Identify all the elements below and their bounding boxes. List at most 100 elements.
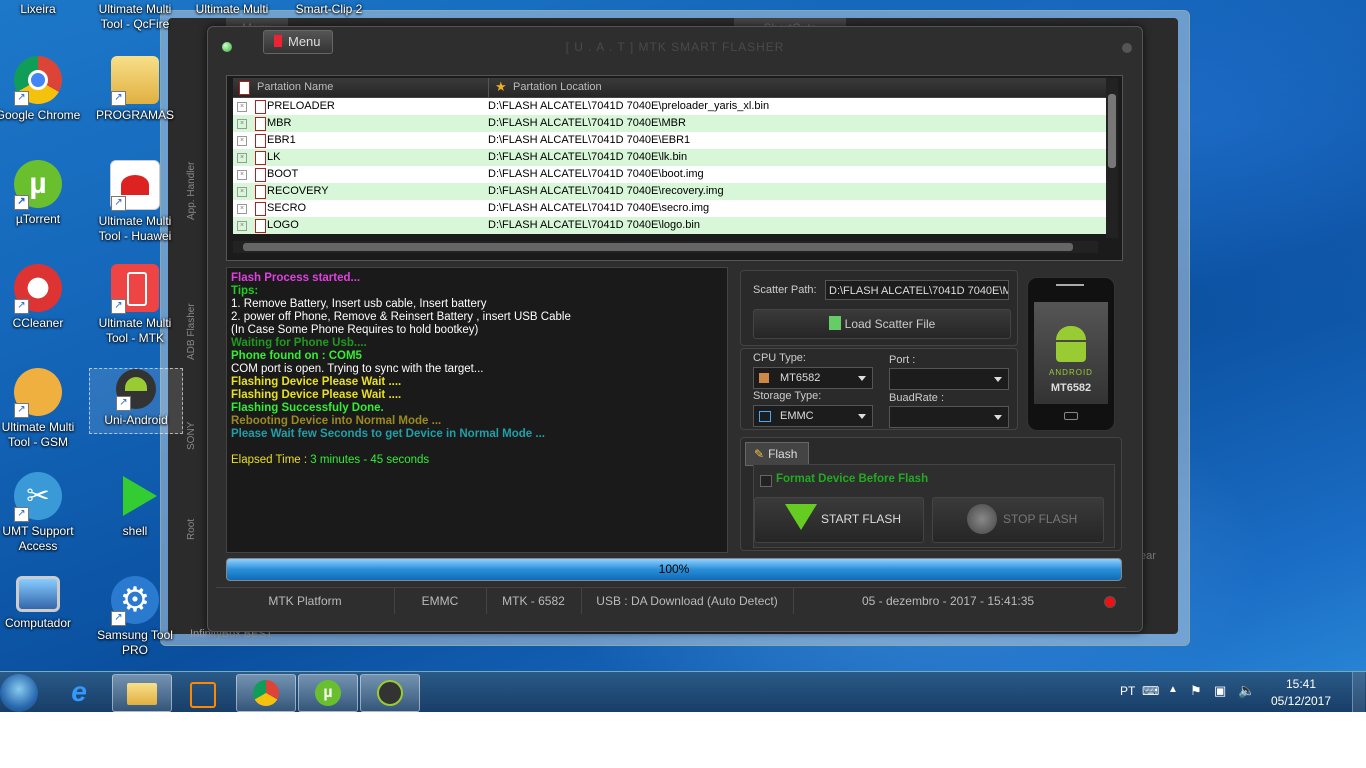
scroll-thumb[interactable] [1108,94,1116,168]
row-checkbox[interactable]: × [237,136,247,146]
icon-label: Lixeira [20,2,56,16]
log-line: 2. power off Phone, Remove & Reinsert Ba… [231,311,571,323]
device-settings-panel: CPU Type: MT6582 Port : Storage Type: EM… [740,348,1018,430]
table-row[interactable]: × LK D:\FLASH ALCATEL\7041D 7040E\lk.bin [233,149,1108,166]
desktop-icon-smartclip[interactable]: Smart-Clip 2 [284,2,374,17]
load-scatter-button[interactable]: Load Scatter File [753,309,1011,339]
start-button[interactable] [0,674,38,712]
tab-adb-flasher[interactable]: ADB Flasher [186,260,206,360]
phone-model: MT6582 [1050,382,1092,394]
desktop-icon-ccleaner[interactable]: ↗ CCleaner [0,264,84,331]
taskbar-explorer[interactable] [112,674,172,712]
clock-time[interactable]: 15:41 [1280,677,1322,691]
desktop-icon-umt[interactable]: Ultimate Multi [182,2,282,17]
table-row[interactable]: × EBR1 D:\FLASH ALCATEL\7041D 7040E\EBR1 [233,132,1108,149]
format-checkbox[interactable] [760,475,772,487]
desktop-icon-computer[interactable]: Computador [0,576,84,631]
desktop-icon-samsung-tool[interactable]: ⚙ ↗ Samsung Tool PRO [89,576,181,658]
taskbar-utorrent[interactable]: µ [298,674,358,712]
phone-image: ANDROID MT6582 [1027,277,1115,431]
desktop-icon-umt-gsm[interactable]: ↗ Ultimate Multi Tool - GSM [0,368,84,450]
tab-app-handler[interactable]: App. Handler [186,120,206,220]
show-desktop-button[interactable] [1352,672,1365,712]
desktop-icon-umt-qcfire[interactable]: Ultimate Multi Tool - QcFire [89,2,181,32]
partition-location: D:\FLASH ALCATEL\7041D 7040E\recovery.im… [488,185,724,197]
table-row[interactable]: × SECRO D:\FLASH ALCATEL\7041D 7040E\secro… [233,200,1108,217]
partition-location: D:\FLASH ALCATEL\7041D 7040E\preloader_y… [488,100,770,112]
scatter-label: Scatter Path: [753,284,817,296]
tab-sony[interactable]: SONY [186,400,206,450]
file-icon [255,202,266,216]
icon-label: PROGRAMAS [95,108,174,122]
storage-select[interactable]: EMMC [753,405,873,427]
explorer-icon [127,683,157,705]
partition-location: D:\FLASH ALCATEL\7041D 7040E\secro.img [488,202,710,214]
desktop-icon-uni-android[interactable]: ↗ Uni-Android [89,368,183,434]
taskbar-media-player[interactable] [174,674,232,710]
show-hidden-icons[interactable]: ▲ [1168,684,1178,695]
icon-label: shell [122,524,148,538]
desktop-icon-umt-mtk[interactable]: ↗ Ultimate Multi Tool - MTK [89,264,181,346]
status-chip: MTK - 6582 [486,588,582,614]
start-flash-button[interactable]: START FLASH [754,497,924,543]
table-row[interactable]: × BOOT D:\FLASH ALCATEL\7041D 7040E\boot.i… [233,166,1108,183]
scatter-path-field[interactable]: D:\FLASH ALCATEL\7041D 7040E\MT6582_Andr… [825,280,1009,300]
column-header-name[interactable]: Partation Name [257,78,333,97]
blank-area [0,712,1366,768]
taskbar-android-tool[interactable] [360,674,420,712]
pencil-icon: ✎ [754,447,765,461]
log-line: Rebooting Device into Normal Mode ... [231,415,442,427]
row-checkbox[interactable]: × [237,102,247,112]
tab-root[interactable]: Root [186,490,206,540]
icon-label: Uni-Android [104,413,168,427]
close-icon[interactable] [1122,43,1132,53]
clock-date[interactable]: 05/12/2017 [1266,694,1336,708]
row-checkbox[interactable]: × [237,187,247,197]
vertical-scrollbar[interactable] [1106,78,1118,238]
horizontal-scrollbar[interactable] [233,241,1098,253]
language-indicator[interactable]: PT [1120,684,1135,698]
desktop-icon-shell[interactable]: shell [89,472,181,539]
format-checkbox-label: Format Device Before Flash [776,473,929,485]
row-checkbox[interactable]: × [237,170,247,180]
desktop-icon-umt-support[interactable]: ✂ ↗ UMT Support Access [0,472,84,554]
cpu-select[interactable]: MT6582 [753,367,873,389]
scroll-thumb[interactable] [243,243,1073,251]
log-line: Flashing Device Please Wait .... [231,376,402,388]
taskbar-chrome[interactable] [236,674,296,712]
stop-flash-button[interactable]: STOP FLASH [932,497,1104,543]
taskbar-ie[interactable]: e [50,674,108,710]
port-select[interactable] [889,368,1009,390]
row-checkbox[interactable]: × [237,221,247,231]
baudrate-select[interactable] [889,406,1009,428]
row-checkbox[interactable]: × [237,153,247,163]
volume-icon[interactable]: 🔈 [1238,682,1255,699]
icon-label: Google Chrome [0,108,81,122]
row-checkbox[interactable]: × [237,204,247,214]
table-row[interactable]: × RECOVERY D:\FLASH ALCATEL\7041D 7040E\re… [233,183,1108,200]
keyboard-icon[interactable]: ⌨ [1142,684,1159,698]
desktop-icon-chrome[interactable]: ↗ Google Chrome [0,56,84,123]
table-row[interactable]: × PRELOADER D:\FLASH ALCATEL\7041D 7040E\p… [233,98,1108,115]
partition-name: RECOVERY [267,185,329,197]
partition-name: BOOT [267,168,299,180]
side-tabs: App. Handler ADB Flasher SONY Root [186,120,206,560]
desktop-icon-umt-huawei[interactable]: ↗ Ultimate Multi Tool - Huawei [89,160,181,244]
desktop-icon-utorrent[interactable]: µ ↗ µTorrent [0,160,84,227]
desktop-icon-programas[interactable]: ↗ PROGRAMAS [89,56,181,123]
table-row[interactable]: × MBR D:\FLASH ALCATEL\7041D 7040E\MBR [233,115,1108,132]
flag-icon[interactable]: ⚑ [1190,683,1202,699]
file-icon [255,168,266,182]
row-checkbox[interactable]: × [237,119,247,129]
window-title: [ U . A . T ] MTK SMART FLASHER [565,40,785,54]
column-header-location[interactable]: Partation Location [513,78,602,97]
log-console: Flash Process started... Tips: 1. Remove B… [226,267,728,553]
chrome-icon: ↗ [14,56,62,106]
partition-name: PRELOADER [267,100,335,112]
desktop-icon-recycle-bin[interactable]: Lixeira [0,2,84,17]
file-icon [239,81,250,95]
network-icon[interactable]: ▣ [1214,683,1226,699]
table-row[interactable]: × LOGO D:\FLASH ALCATEL\7041D 7040E\logo.b… [233,217,1108,234]
flash-tab[interactable]: ✎ Flash [745,442,809,466]
log-line: Flashing Successfuly Done. [231,402,384,414]
